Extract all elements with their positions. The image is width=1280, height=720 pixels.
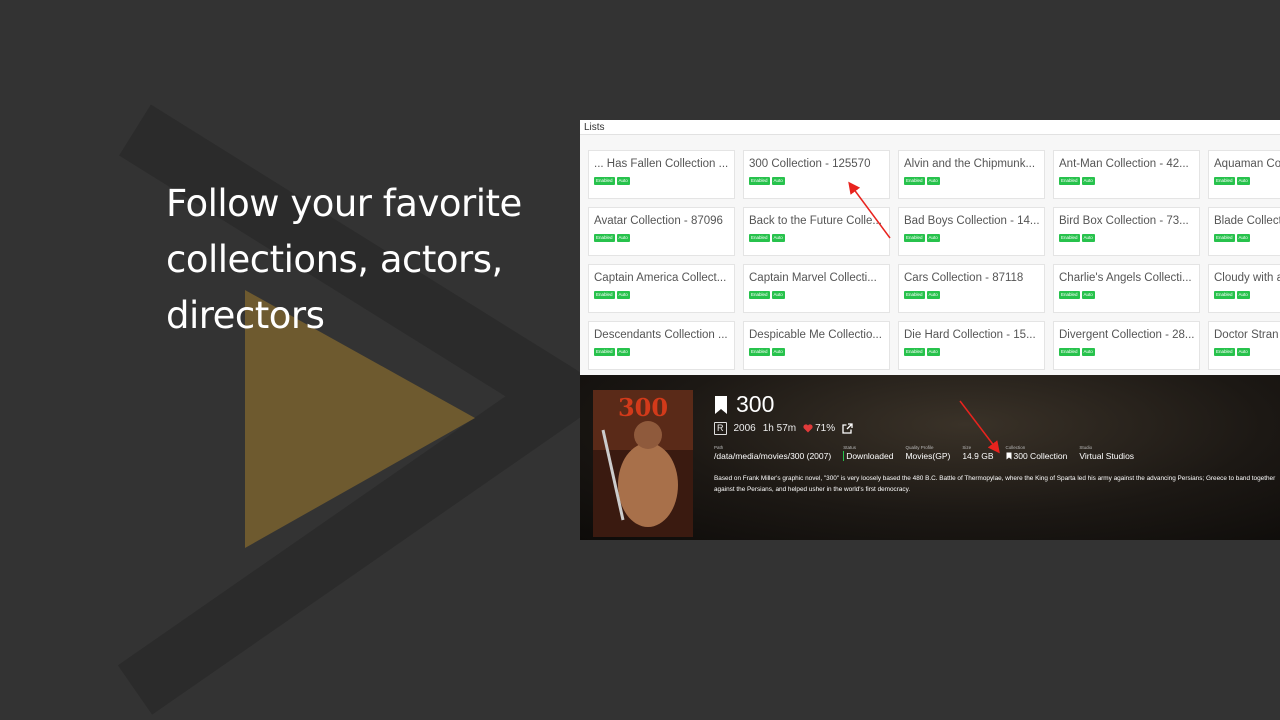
headline: Follow your favorite collections, actors… <box>166 182 522 337</box>
arrow-to-collection-link <box>959 400 1000 454</box>
arrow-to-collection-card <box>848 181 891 239</box>
screenshot-panel: Lists ... Has Fallen Collection ... Enabl… <box>580 120 1280 540</box>
annotation-arrows <box>848 181 1000 454</box>
